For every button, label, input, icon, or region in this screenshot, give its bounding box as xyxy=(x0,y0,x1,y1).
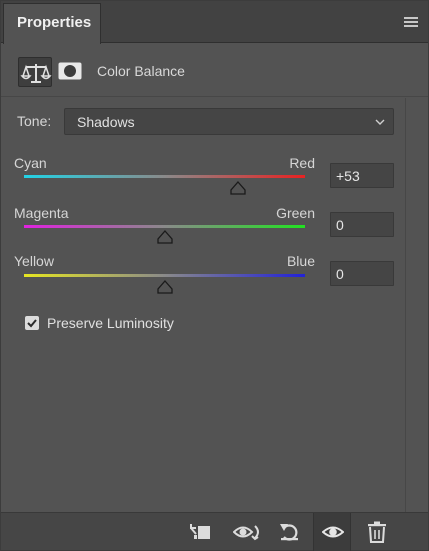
yellow-label: Yellow xyxy=(14,253,54,269)
reset-icon[interactable] xyxy=(278,521,302,543)
magenta-green-input[interactable]: 0 xyxy=(330,212,394,237)
eye-icon xyxy=(322,526,344,538)
yellow-blue-input[interactable]: 0 xyxy=(330,261,394,286)
magenta-green-slider[interactable] xyxy=(24,225,305,228)
bottom-toolbar xyxy=(1,512,428,551)
view-previous-state-icon[interactable] xyxy=(233,521,263,543)
magenta-label: Magenta xyxy=(14,205,69,221)
tab-properties[interactable]: Properties xyxy=(3,3,101,44)
scrollbar[interactable] xyxy=(405,98,406,512)
cyan-red-slider-thumb[interactable] xyxy=(229,181,246,195)
preserve-luminosity-checkbox[interactable] xyxy=(25,316,39,330)
green-label: Green xyxy=(276,205,315,221)
mask-icon[interactable] xyxy=(58,61,82,81)
trash-icon[interactable] xyxy=(365,521,389,543)
adjustment-header: Color Balance xyxy=(1,44,428,97)
cyan-label: Cyan xyxy=(14,155,47,171)
chevron-down-icon xyxy=(375,119,385,125)
cyan-red-input[interactable]: +53 xyxy=(330,163,394,188)
preserve-luminosity-label: Preserve Luminosity xyxy=(47,315,174,331)
tab-bar: Properties xyxy=(1,1,428,44)
yellow-blue-slider-thumb[interactable] xyxy=(156,280,173,294)
magenta-green-slider-thumb[interactable] xyxy=(156,230,173,244)
red-label: Red xyxy=(289,155,315,171)
cyan-red-slider[interactable] xyxy=(24,175,305,178)
blue-label: Blue xyxy=(286,253,315,269)
visibility-toggle[interactable] xyxy=(313,513,351,551)
properties-panel: Properties Color Balance Tone: Shadows C… xyxy=(0,0,429,551)
yellow-blue-slider[interactable] xyxy=(24,274,305,277)
tone-label: Tone: xyxy=(17,113,52,129)
clip-to-layer-icon[interactable] xyxy=(188,521,212,543)
tone-value: Shadows xyxy=(77,114,135,130)
panel-menu-icon[interactable] xyxy=(404,17,418,27)
adjustment-title: Color Balance xyxy=(97,63,185,79)
tone-dropdown[interactable]: Shadows xyxy=(64,108,394,135)
balance-scale-icon[interactable] xyxy=(18,57,52,87)
tab-properties-label: Properties xyxy=(17,14,92,31)
checkmark-icon xyxy=(27,319,37,328)
